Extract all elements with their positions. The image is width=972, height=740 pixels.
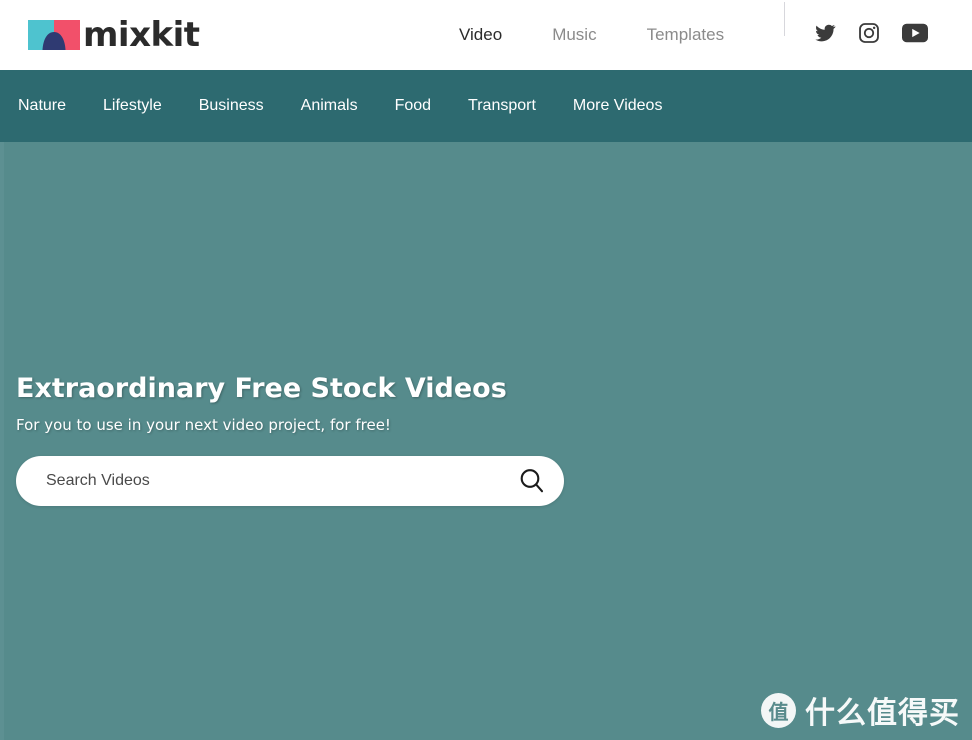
category-business[interactable]: Business xyxy=(199,97,264,115)
hero-section: Extraordinary Free Stock Videos For you … xyxy=(0,142,972,740)
mixkit-logo-mark xyxy=(28,20,80,50)
watermark-badge: 值 xyxy=(761,692,796,728)
instagram-icon[interactable] xyxy=(858,22,880,49)
site-logo[interactable]: mixkit xyxy=(28,15,200,55)
site-header: mixkit Video Music Templates xyxy=(0,0,972,70)
category-nature[interactable]: Nature xyxy=(18,97,66,115)
hero-title: Extraordinary Free Stock Videos xyxy=(16,373,507,404)
category-more-videos[interactable]: More Videos xyxy=(573,97,663,115)
nav-item-templates[interactable]: Templates xyxy=(647,25,724,45)
social-links xyxy=(814,0,928,70)
primary-nav: Video Music Templates xyxy=(459,0,724,70)
search-input[interactable] xyxy=(46,466,486,496)
category-lifestyle[interactable]: Lifestyle xyxy=(103,97,162,115)
search-bar[interactable] xyxy=(16,456,564,506)
watermark: 值 什么值得买 xyxy=(761,688,960,732)
category-food[interactable]: Food xyxy=(395,97,431,115)
category-nav: Nature Lifestyle Business Animals Food T… xyxy=(0,70,972,142)
category-transport[interactable]: Transport xyxy=(468,97,536,115)
hero-left-edge xyxy=(0,142,4,740)
watermark-text: 什么值得买 xyxy=(805,696,960,731)
hero-subtitle: For you to use in your next video projec… xyxy=(16,416,391,434)
search-submit-button[interactable] xyxy=(516,465,548,497)
header-divider xyxy=(784,2,785,36)
logo-wordmark: mixkit xyxy=(83,15,200,55)
category-animals[interactable]: Animals xyxy=(301,97,358,115)
nav-item-video[interactable]: Video xyxy=(459,25,502,45)
twitter-icon[interactable] xyxy=(814,22,836,49)
nav-item-music[interactable]: Music xyxy=(552,25,596,45)
hero-content: Extraordinary Free Stock Videos For you … xyxy=(16,373,616,506)
youtube-icon[interactable] xyxy=(902,23,928,48)
search-icon xyxy=(516,469,548,500)
